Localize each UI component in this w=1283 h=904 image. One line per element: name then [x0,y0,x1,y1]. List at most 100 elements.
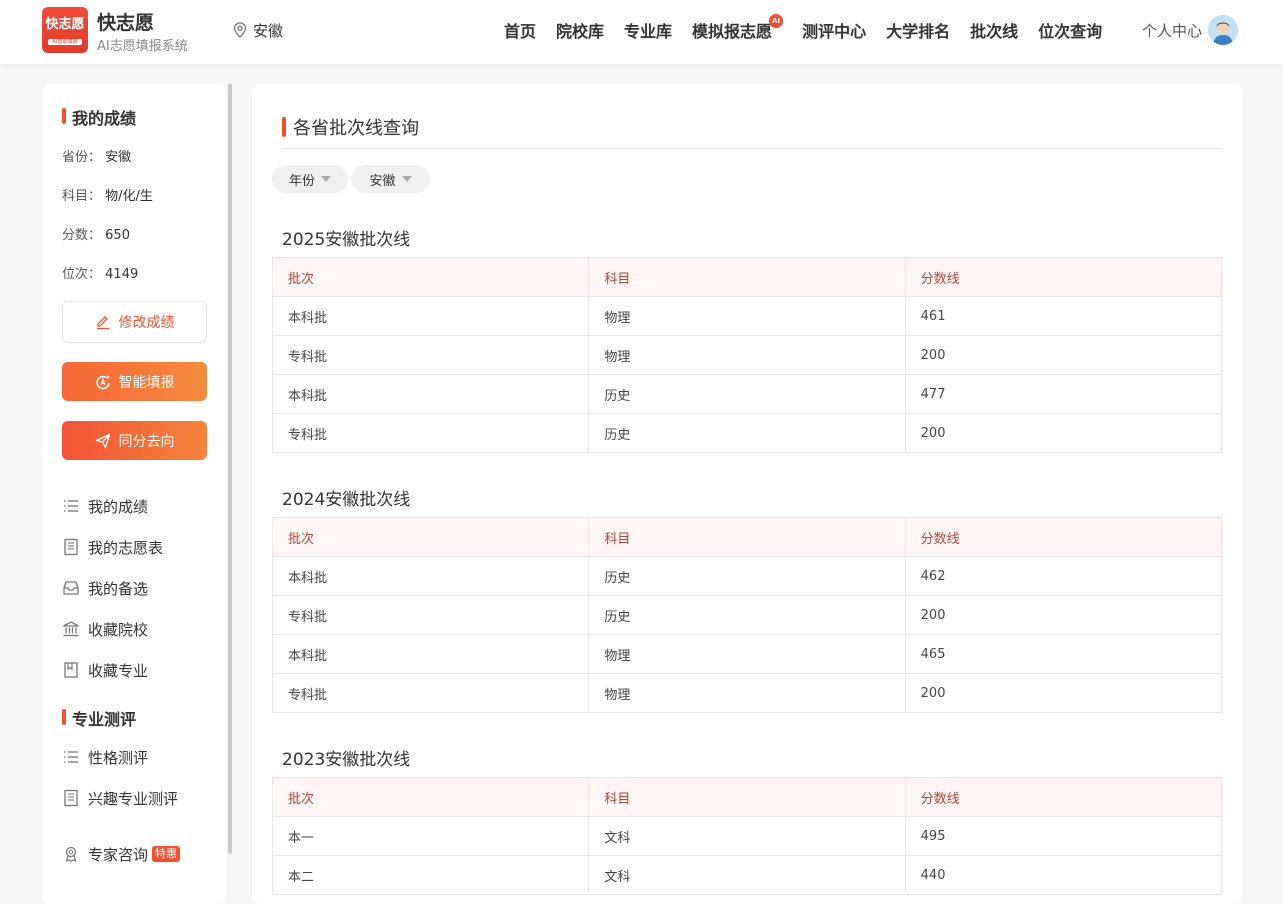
year-filter[interactable]: 年份 [272,165,348,193]
batch-cell: 本科批 [271,556,590,596]
nav-rankings[interactable]: 大学排名 [886,18,950,42]
column-header-score-line: 分数线 [904,517,1223,557]
table-row: 本科批 历史 462 [271,556,1223,596]
title-divider [282,148,1222,149]
menu-my-score[interactable]: 我的成绩 [62,495,148,517]
edit-score-label: 修改成绩 [118,315,175,331]
table-row: 专科批 物理 200 [271,335,1223,375]
inbox-icon [63,581,79,595]
main-nav: 首页 院校库 专业库 模拟报志愿 AI 测评中心 大学排名 批次线 位次查询 [504,14,1122,42]
award-icon [65,846,77,863]
table-row: 专科批 物理 200 [271,673,1223,713]
same-score-label: 同分去向 [118,433,175,450]
batch-cell: 本科批 [271,634,590,674]
sidebar: 我的成绩 省份： 安徽 科目： 物/化/生 分数： 650 位次： 4149 修… [42,84,226,904]
ai-spark-icon [95,374,110,389]
subject-cell: 历史 [588,374,906,414]
user-center[interactable]: 个人中心 [1142,14,1239,46]
subject-cell: 物理 [588,335,906,375]
nav-colleges[interactable]: 院校库 [556,18,604,42]
document-icon [64,789,78,807]
nav-rank-query[interactable]: 位次查询 [1038,18,1102,42]
nav-batch-lines[interactable]: 批次线 [970,18,1018,42]
score-line-cell: 477 [904,374,1223,414]
menu-interest-test[interactable]: 兴趣专业测评 [62,787,178,809]
subject-field: 科目： 物/化/生 [62,185,153,204]
score-line-cell: 200 [904,673,1223,713]
table-header-row: 批次 科目 分数线 [271,257,1223,297]
my-score-title: 我的成绩 [62,105,136,129]
same-score-button[interactable]: 同分去向 [62,421,207,460]
nav-majors[interactable]: 专业库 [624,18,672,42]
logo-tagline: AI智能填报 [48,39,82,45]
menu-personality-test-label: 性格测评 [88,748,149,767]
menu-my-application-form[interactable]: 我的志愿表 [62,536,163,558]
smart-fill-button[interactable]: 智能填报 [62,362,207,401]
subject-value: 物/化/生 [105,189,153,204]
section-title-2025: 2025安徽批次线 [282,230,411,250]
smart-fill-label: 智能填报 [118,374,175,391]
rank-key: 位次： [62,267,102,282]
subject-cell: 物理 [588,296,906,336]
subject-key: 科目： [62,189,102,204]
batch-cell: 本一 [271,816,590,856]
send-icon [95,433,110,448]
batch-table-2023: 批次 科目 分数线 本一 文科 495 本二 文科 440 [271,777,1223,895]
list-icon [64,751,78,763]
table-row: 本科批 物理 465 [271,634,1223,674]
avatar-person-icon [1208,15,1239,45]
menu-my-alternates-label: 我的备选 [88,579,149,598]
menu-saved-colleges-label: 收藏院校 [88,620,149,639]
sidebar-scrollbar[interactable] [228,84,232,854]
bookmark-icon [64,662,78,678]
province-value: 安徽 [105,150,132,165]
province-filter[interactable]: 安徽 [351,165,430,193]
subject-cell: 物理 [588,673,906,713]
nav-home[interactable]: 首页 [504,18,536,42]
nav-assessment[interactable]: 测评中心 [802,18,866,42]
ai-badge-icon: AI [769,14,784,28]
batch-cell: 本科批 [271,374,590,414]
score-field: 分数： 650 [62,224,130,243]
location-label: 安徽 [253,21,284,40]
discount-badge: 特惠 [152,846,181,862]
location-pin-icon [233,22,247,38]
logo-text: 快志愿 [45,17,85,32]
edit-score-button[interactable]: 修改成绩 [62,301,207,343]
menu-personality-test[interactable]: 性格测评 [62,746,148,768]
major-test-title: 专业测评 [62,706,136,730]
column-header-score-line: 分数线 [904,777,1223,817]
table-row: 本一 文科 495 [271,816,1223,856]
menu-saved-colleges[interactable]: 收藏院校 [62,618,148,640]
menu-saved-majors-label: 收藏专业 [88,661,149,680]
batch-cell: 专科批 [271,335,590,375]
score-line-cell: 465 [904,634,1223,674]
province-key: 省份： [62,150,102,165]
section-title-2023: 2023安徽批次线 [282,750,411,770]
score-line-cell: 200 [904,595,1223,635]
page-title: 各省批次线查询 [282,114,419,140]
table-header-row: 批次 科目 分数线 [271,777,1223,817]
caret-down-icon [321,176,331,182]
menu-saved-majors[interactable]: 收藏专业 [62,659,148,681]
logo[interactable]: 快志愿 AI智能填报 [42,7,88,53]
menu-my-alternates[interactable]: 我的备选 [62,577,148,599]
column-header-score-line: 分数线 [904,257,1223,297]
location-selector[interactable]: 安徽 [233,20,283,40]
menu-expert-consult-label: 专家咨询 [88,845,149,864]
menu-my-application-form-label: 我的志愿表 [88,538,164,557]
pencil-icon [96,316,109,330]
subject-cell: 历史 [588,413,906,453]
menu-expert-consult[interactable]: 专家咨询 特惠 [62,843,181,865]
table-row: 本二 文科 440 [271,855,1223,895]
batch-cell: 本二 [271,855,590,895]
user-center-label: 个人中心 [1142,21,1203,40]
avatar[interactable] [1208,15,1239,45]
school-icon [63,621,79,637]
batch-cell: 本科批 [271,296,590,336]
subject-cell: 物理 [588,634,906,674]
score-line-cell: 200 [904,413,1223,453]
brand-subtitle: AI志愿填报系统 [97,39,188,54]
nav-mock-application[interactable]: 模拟报志愿 AI [692,14,784,42]
menu-my-score-label: 我的成绩 [88,497,149,516]
